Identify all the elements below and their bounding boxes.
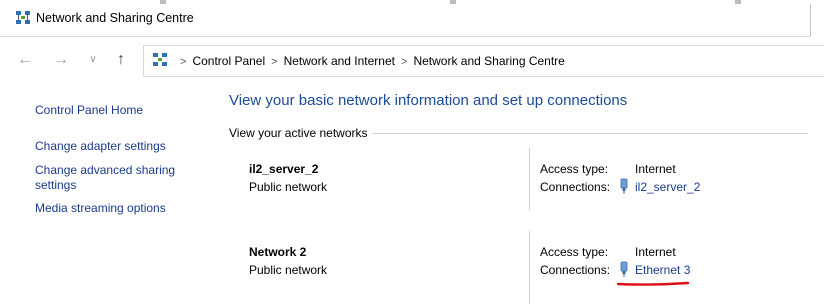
connections-label: Connections: — [540, 263, 611, 277]
connections-label: Connections: — [540, 180, 611, 194]
wired-connection-icon — [620, 178, 628, 194]
breadcrumb: > Control Panel > Network and Internet > Netw… — [174, 54, 565, 68]
network-category[interactable]: Public network — [249, 180, 327, 194]
active-networks-header: View your active networks — [229, 126, 368, 140]
wired-connection-icon — [620, 261, 628, 277]
connection-link[interactable]: il2_server_2 — [635, 180, 700, 194]
access-type-label: Access type: — [540, 245, 609, 259]
chevron-right-icon[interactable]: > — [401, 56, 407, 68]
breadcrumb-control-panel[interactable]: Control Panel — [192, 54, 265, 68]
breadcrumb-network-sharing-centre[interactable]: Network and Sharing Centre — [413, 54, 564, 68]
edge-marker — [735, 0, 741, 4]
network-name: il2_server_2 — [249, 162, 319, 176]
section-divider — [372, 133, 808, 134]
window-top-edge — [0, 0, 824, 4]
back-arrow-icon[interactable]: ← — [16, 51, 34, 69]
sidebar-item-control-panel-home[interactable]: Control Panel Home — [35, 103, 143, 118]
window-title: Network and Sharing Centre — [36, 11, 194, 25]
address-bar[interactable]: > Control Panel > Network and Internet > Netw… — [143, 45, 824, 77]
network-sharing-icon — [16, 11, 30, 24]
network-sharing-icon — [153, 53, 167, 66]
connection-link[interactable]: Ethernet 3 — [635, 263, 690, 277]
breadcrumb-network-internet[interactable]: Network and Internet — [284, 54, 395, 68]
chevron-right-icon[interactable]: > — [180, 56, 186, 68]
red-annotation-underline — [617, 281, 689, 286]
sidebar-item-media-streaming-options[interactable]: Media streaming options — [35, 201, 166, 216]
network-column-divider — [529, 148, 530, 210]
up-arrow-icon[interactable]: ↑ — [112, 51, 130, 69]
edge-marker — [160, 0, 166, 4]
sidebar-item-change-advanced-sharing-settings[interactable]: Change advanced sharing settings — [35, 163, 195, 193]
chevron-down-icon[interactable]: ∨ — [84, 51, 102, 69]
sidebar-item-change-adapter-settings[interactable]: Change adapter settings — [35, 139, 166, 154]
window-titlebar: Network and Sharing Centre — [0, 0, 811, 37]
access-type-value: Internet — [635, 162, 676, 176]
access-type-value: Internet — [635, 245, 676, 259]
page-title: View your basic network information and … — [229, 92, 628, 109]
chevron-right-icon[interactable]: > — [271, 56, 277, 68]
network-column-divider — [529, 231, 530, 304]
forward-arrow-icon[interactable]: → — [52, 51, 70, 69]
network-name: Network 2 — [249, 245, 307, 259]
navigation-bar: ← → ∨ ↑ > Control Panel > Network and Inter… — [0, 37, 824, 83]
edge-marker — [450, 0, 456, 4]
network-category[interactable]: Public network — [249, 263, 327, 277]
access-type-label: Access type: — [540, 162, 609, 176]
